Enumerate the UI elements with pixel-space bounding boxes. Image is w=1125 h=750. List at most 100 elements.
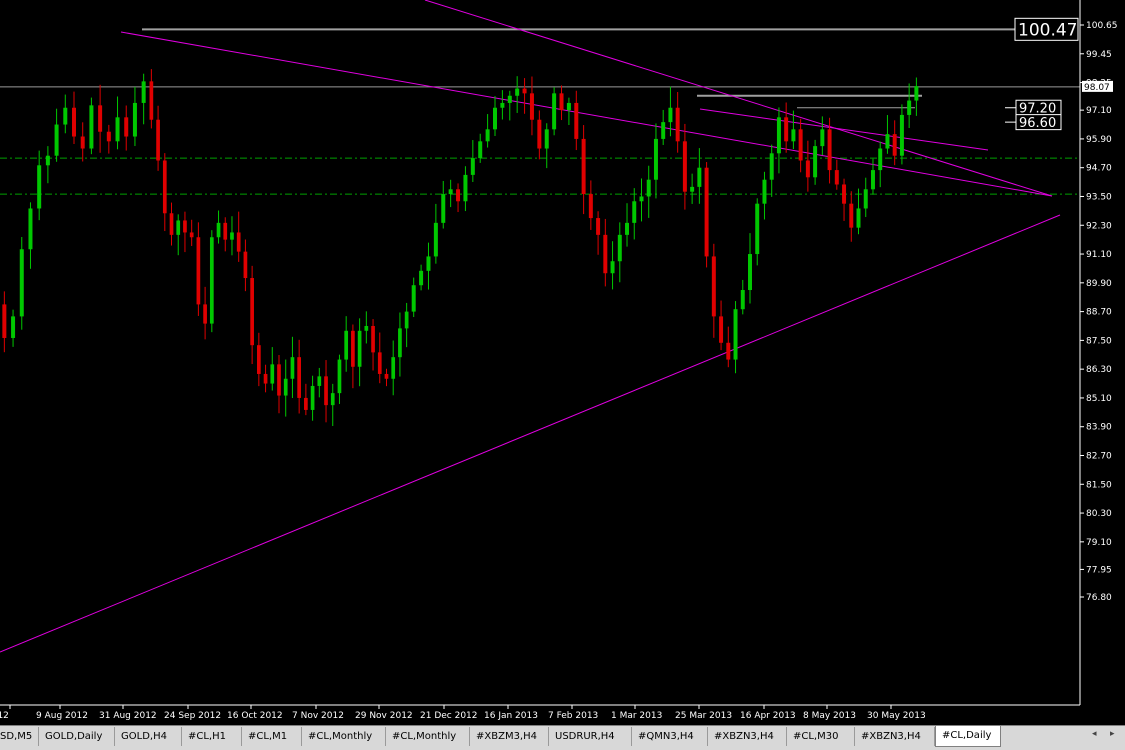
candle-body	[391, 357, 396, 379]
price-tick-label: 94.70	[1086, 164, 1112, 174]
candle-body	[411, 285, 416, 312]
candle-body	[661, 122, 666, 139]
candle-body	[28, 208, 33, 250]
tab-chart-1[interactable]: SD,M5	[0, 727, 39, 746]
candle-body	[675, 107, 680, 142]
tab-chart-8[interactable]: #XBZM3,H4	[470, 727, 549, 746]
tab-chart-3[interactable]: GOLD,H4	[115, 727, 182, 746]
candle-body	[907, 100, 912, 115]
time-tick-label: 9 Aug 2012	[36, 711, 88, 721]
tab-label: GOLD,H4	[121, 731, 167, 742]
candle-body	[493, 107, 497, 130]
candle-body	[63, 107, 68, 125]
tab-chart-11[interactable]: #XBZN3,H4	[708, 727, 787, 746]
candle-body	[827, 129, 832, 171]
candle-body	[914, 86, 919, 101]
time-tick-label: 25 Mar 2013	[675, 711, 732, 721]
candle-body	[364, 325, 369, 331]
candle-body	[537, 119, 542, 149]
tab-label: #XBZM3,H4	[476, 731, 537, 742]
candle-body	[324, 376, 328, 406]
candle-body	[653, 138, 658, 180]
tab-chart-12[interactable]: #CL,M30	[787, 727, 855, 746]
tab-chart-6[interactable]: #CL,Monthly	[302, 727, 386, 746]
tab-label: GOLD,Daily	[45, 731, 103, 742]
tab-label: #CL,H1	[188, 731, 226, 742]
candle-body	[856, 208, 861, 228]
tab-chart-active[interactable]: #CL,Daily	[935, 726, 1001, 747]
time-tick-label: 16 Oct 2012	[227, 711, 283, 721]
candle-body	[310, 385, 315, 410]
candle-body	[2, 304, 7, 338]
current-price-label: 98.07	[1084, 83, 1110, 93]
candles-layer	[2, 69, 919, 426]
candle-body	[98, 105, 103, 132]
candle-body	[141, 81, 146, 103]
tab-label: #XBZN3,H4	[861, 731, 921, 742]
candle-body	[726, 342, 731, 360]
tab-chart-2[interactable]: GOLD,Daily	[39, 727, 115, 746]
tab-label: #CL,Daily	[942, 730, 992, 741]
candle-body	[813, 146, 818, 178]
candle-body	[566, 102, 571, 111]
time-tick-label: 31 Aug 2012	[99, 711, 157, 721]
candle-body	[404, 311, 409, 329]
candle-body	[522, 88, 527, 94]
tab-chart-13[interactable]: #XBZN3,H4	[855, 727, 935, 746]
candle-body	[784, 117, 789, 142]
tab-chart-5[interactable]: #CL,M1	[242, 727, 302, 746]
candle-body	[899, 114, 904, 156]
candle-body	[304, 397, 308, 410]
candle-body	[544, 129, 549, 149]
time-tick-label: 29 Nov 2012	[355, 711, 413, 721]
candle-body	[870, 170, 875, 190]
tab-chart-4[interactable]: #CL,H1	[182, 727, 242, 746]
candle-body	[19, 249, 24, 317]
candle-body	[762, 179, 767, 204]
candle-body	[690, 186, 695, 192]
tab-chart-10[interactable]: #QMN3,H4	[632, 727, 708, 746]
candle-body	[456, 189, 461, 202]
candle-body	[357, 330, 362, 367]
price-tick-label: 76.80	[1086, 593, 1112, 603]
candle-body	[559, 93, 564, 111]
candle-body	[209, 237, 214, 324]
candle-body	[682, 141, 687, 192]
candle-body	[72, 107, 76, 137]
candle-body	[351, 330, 355, 367]
candle-body	[419, 270, 424, 286]
price-tick-label: 77.95	[1086, 565, 1112, 575]
candle-body	[384, 373, 389, 379]
candle-body	[398, 328, 402, 358]
candle-body	[500, 102, 505, 108]
candle-body	[610, 261, 615, 274]
candle-body	[791, 129, 796, 142]
time-tick-label: 16 Jan 2013	[484, 711, 538, 721]
candle-body	[820, 129, 825, 147]
price-chart[interactable]: 100.6599.4598.2597.1095.9094.7093.5092.3…	[0, 0, 1125, 725]
candle-body	[719, 316, 724, 343]
trendline-4	[0, 214, 1061, 653]
scroll-right-icon[interactable]: ▸	[1110, 729, 1115, 739]
candle-body	[603, 234, 608, 274]
candle-body	[263, 373, 268, 384]
time-tick-label: 24 Sep 2012	[164, 711, 221, 721]
candle-body	[433, 222, 438, 257]
candle-body	[805, 160, 810, 178]
candle-body	[668, 107, 673, 123]
tab-chart-9[interactable]: USDRUR,H4	[549, 727, 632, 746]
price-tick-label: 86.30	[1086, 365, 1112, 375]
scroll-left-icon[interactable]: ◂	[1092, 729, 1097, 739]
tab-chart-7[interactable]: #CL,Monthly	[386, 727, 470, 746]
candle-body	[283, 378, 288, 396]
candle-body	[317, 376, 322, 386]
price-tick-label: 100.65	[1086, 21, 1118, 31]
candle-body	[892, 134, 897, 156]
candle-body	[216, 222, 221, 238]
candle-body	[863, 189, 868, 209]
tab-label: SD,M5	[0, 731, 33, 742]
candle-body	[485, 129, 490, 142]
candle-body	[625, 222, 630, 235]
tab-label: #CL,Monthly	[308, 731, 373, 742]
price-tick-label: 81.50	[1086, 480, 1112, 490]
